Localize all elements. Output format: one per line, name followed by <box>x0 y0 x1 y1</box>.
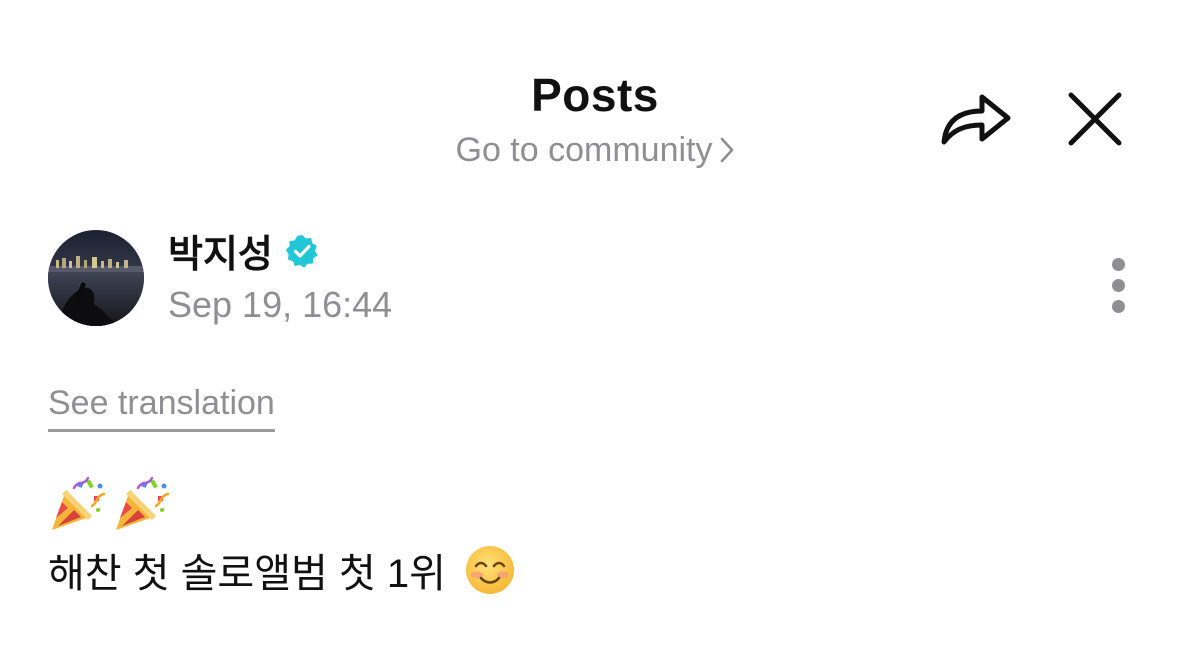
go-to-community-label: Go to community <box>455 131 713 169</box>
post-timestamp: Sep 19, 16:44 <box>168 284 393 325</box>
share-arrow-icon <box>941 94 1011 145</box>
share-button[interactable] <box>936 84 1014 150</box>
chevron-right-icon <box>720 133 734 172</box>
close-button[interactable] <box>1062 86 1128 152</box>
author-name[interactable]: 박지성 <box>168 223 273 278</box>
post-body: 해찬 첫 솔로앨범 첫 1위 <box>48 540 516 600</box>
verified-badge-icon <box>285 235 318 268</box>
smiling-face-icon <box>465 546 514 594</box>
emoji-line <box>48 476 170 534</box>
more-options-button[interactable] <box>1104 256 1134 316</box>
party-popper-icon <box>52 476 106 530</box>
author-row: 박지성 <box>168 224 319 276</box>
party-popper-icon <box>116 476 170 530</box>
post-body-text: 해찬 첫 솔로앨범 첫 1위 <box>48 552 446 596</box>
see-translation-link[interactable]: See translation <box>48 384 275 432</box>
avatar[interactable] <box>48 230 144 326</box>
close-icon <box>1068 92 1122 146</box>
